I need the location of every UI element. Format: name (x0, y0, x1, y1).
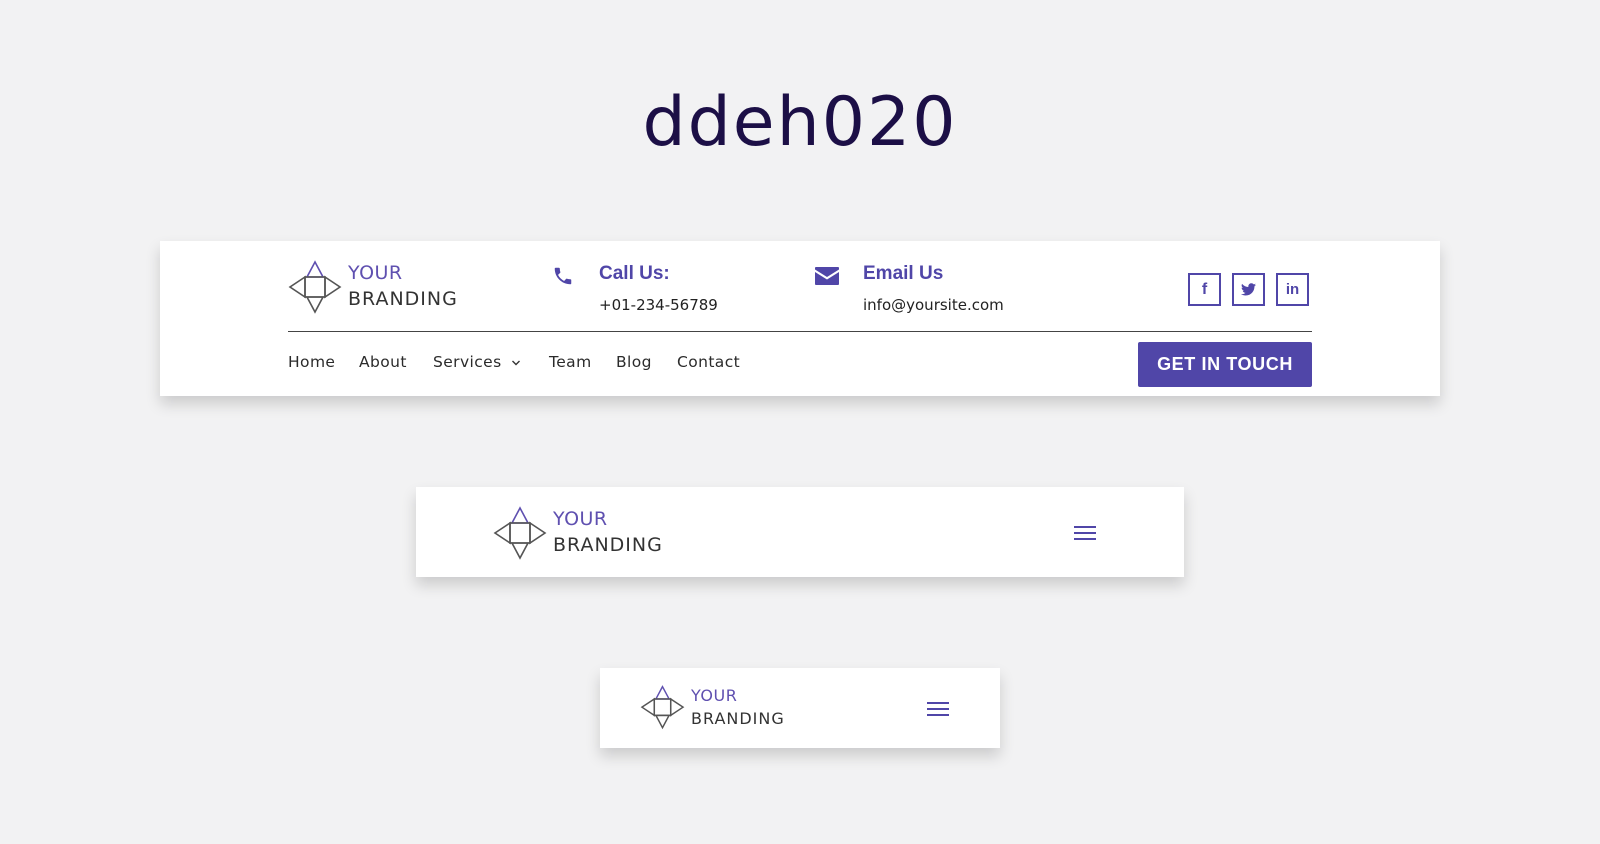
brand-logo-mobile[interactable]: YOUR BRANDING (640, 685, 800, 731)
mobile-header: YOUR BRANDING (600, 668, 1000, 748)
tablet-header: YOUR BRANDING (416, 487, 1184, 577)
nav-item-blog[interactable]: Blog (616, 353, 652, 371)
logo-mark-icon (288, 260, 342, 314)
envelope-icon (815, 267, 839, 285)
call-us-phone[interactable]: +01-234-56789 (599, 296, 718, 314)
header-divider (288, 331, 1312, 332)
brand-logo-tablet[interactable]: YOUR BRANDING (493, 506, 673, 562)
brand-logo[interactable]: YOUR BRANDING (288, 260, 468, 316)
hamburger-menu-icon[interactable] (1074, 525, 1096, 541)
nav-item-home[interactable]: Home (288, 353, 335, 371)
brand-line-1: YOUR (348, 262, 403, 284)
facebook-icon: f (1201, 280, 1208, 298)
logo-mark-icon (640, 685, 685, 730)
nav-item-about[interactable]: About (359, 353, 407, 371)
brand-line-1: YOUR (553, 508, 608, 530)
hamburger-menu-icon[interactable] (927, 701, 949, 717)
get-in-touch-button[interactable]: GET IN TOUCH (1138, 342, 1312, 387)
page-title: ddeh020 (642, 83, 958, 162)
call-us-title: Call Us: (599, 263, 670, 284)
email-us-address[interactable]: info@yoursite.com (863, 296, 1004, 314)
brand-line-2: BRANDING (553, 534, 663, 556)
desktop-header: YOUR BRANDING Call Us: +01-234-56789 Ema… (160, 241, 1440, 396)
nav-item-contact[interactable]: Contact (677, 353, 740, 371)
brand-line-2: BRANDING (348, 288, 458, 310)
brand-line-2: BRANDING (691, 709, 785, 728)
email-us-title: Email Us (863, 263, 944, 284)
facebook-button[interactable]: f (1188, 273, 1221, 306)
twitter-icon (1241, 283, 1256, 296)
twitter-button[interactable] (1232, 273, 1265, 306)
brand-line-1: YOUR (691, 686, 738, 705)
linkedin-button[interactable]: in (1276, 273, 1309, 306)
nav-item-team[interactable]: Team (549, 353, 592, 371)
phone-icon (554, 267, 572, 285)
chevron-down-icon (511, 360, 520, 365)
linkedin-icon: in (1285, 281, 1300, 298)
nav-item-services[interactable]: Services (433, 353, 521, 371)
nav-item-services-label: Services (433, 353, 502, 371)
logo-mark-icon (493, 506, 547, 560)
